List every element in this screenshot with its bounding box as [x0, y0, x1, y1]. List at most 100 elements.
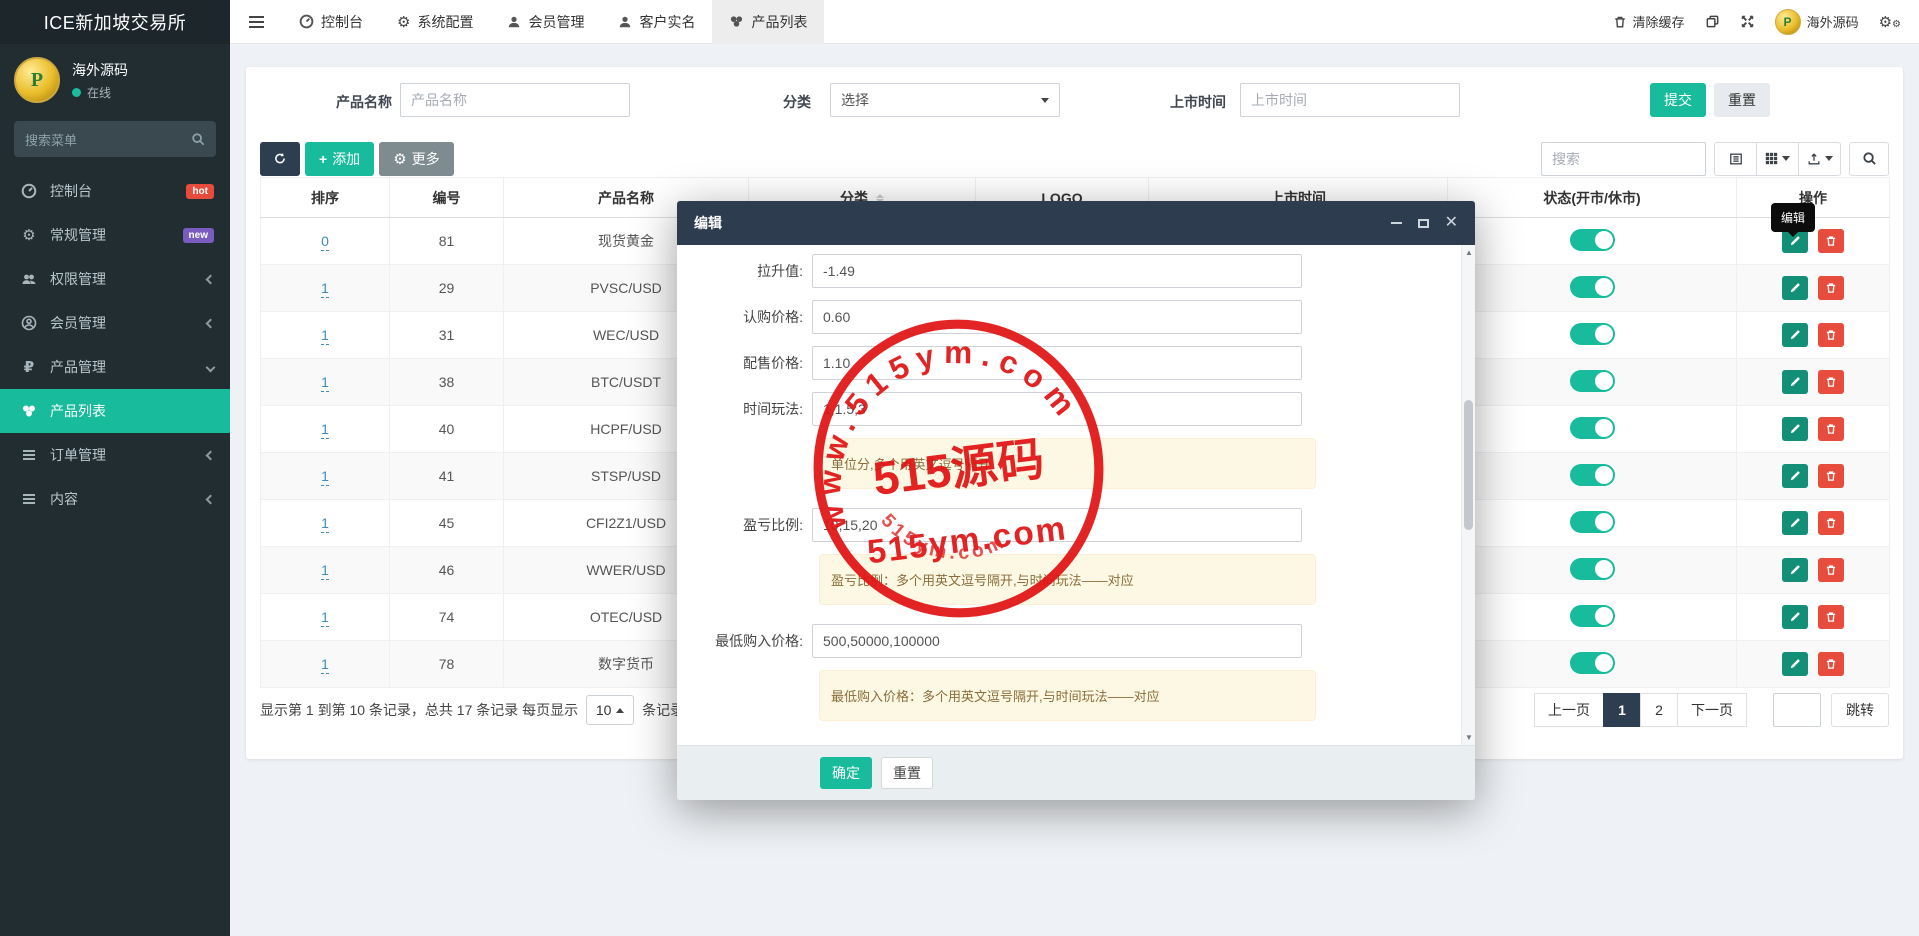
min-buy-input[interactable]	[812, 624, 1302, 658]
jump-page-input[interactable]	[1773, 693, 1821, 727]
nav-item-product-list[interactable]: 产品列表	[712, 0, 824, 44]
toggle-view-button[interactable]	[1714, 142, 1757, 176]
status-toggle[interactable]	[1570, 511, 1615, 533]
sidebar-search-input[interactable]: 搜索菜单	[14, 121, 216, 157]
sidebar-item-product-list[interactable]: 产品列表	[0, 389, 230, 433]
minimize-icon[interactable]	[1391, 222, 1402, 224]
scroll-down-icon[interactable]: ▼	[1462, 733, 1475, 742]
col-status[interactable]: 状态(开市/休市)	[1448, 178, 1737, 218]
status-toggle[interactable]	[1570, 370, 1615, 392]
subscribe-price-input[interactable]	[812, 300, 1302, 334]
product-name: BTC/USDT	[591, 374, 661, 390]
search-toggle-button[interactable]	[1849, 142, 1889, 176]
sort-value-link[interactable]: 1	[321, 656, 329, 674]
more-button[interactable]: ⚙更多	[379, 142, 453, 176]
export-button[interactable]	[1798, 142, 1841, 176]
status-toggle[interactable]	[1570, 558, 1615, 580]
copy-button[interactable]	[1705, 14, 1720, 29]
sort-value-link[interactable]: 1	[321, 280, 329, 298]
submit-button[interactable]: 提交	[1650, 83, 1706, 117]
placement-price-input[interactable]	[812, 346, 1302, 380]
col-sort[interactable]: 排序	[261, 178, 390, 218]
modal-reset-button[interactable]: 重置	[881, 757, 933, 789]
edit-button[interactable]	[1782, 605, 1808, 629]
time-play-input[interactable]	[812, 392, 1302, 426]
edit-button[interactable]	[1782, 417, 1808, 441]
col-id[interactable]: 编号	[390, 178, 504, 218]
status-toggle[interactable]	[1570, 652, 1615, 674]
sort-value-link[interactable]: 0	[321, 233, 329, 251]
table-search-input[interactable]	[1541, 142, 1706, 176]
status-toggle[interactable]	[1570, 417, 1615, 439]
reset-button[interactable]: 重置	[1714, 83, 1770, 117]
edit-button[interactable]	[1782, 370, 1808, 394]
edit-button[interactable]	[1782, 511, 1808, 535]
clear-cache-button[interactable]: 清除缓存	[1613, 12, 1685, 31]
pull-value-input[interactable]	[812, 254, 1302, 288]
sidebar-item-dashboard[interactable]: 控制台 hot	[0, 169, 230, 213]
delete-button[interactable]	[1818, 652, 1844, 676]
add-button[interactable]: +添加	[305, 142, 374, 176]
sort-value-link[interactable]: 1	[321, 374, 329, 392]
jump-button[interactable]: 跳转	[1831, 693, 1889, 727]
sidebar-item-permissions[interactable]: 权限管理	[0, 257, 230, 301]
sidebar-item-general[interactable]: ⚙ 常规管理 new	[0, 213, 230, 257]
product-name-input[interactable]	[400, 83, 630, 117]
sidebar-item-orders[interactable]: 订单管理	[0, 433, 230, 477]
refresh-button[interactable]	[260, 142, 300, 176]
hamburger-menu-icon[interactable]	[230, 0, 282, 44]
sort-value-link[interactable]: 1	[321, 515, 329, 533]
status-toggle[interactable]	[1570, 323, 1615, 345]
status-toggle[interactable]	[1570, 229, 1615, 251]
nav-item-system-config[interactable]: ⚙ 系统配置	[380, 0, 490, 44]
close-icon[interactable]: ✕	[1445, 215, 1458, 231]
confirm-button[interactable]: 确定	[820, 757, 872, 789]
edit-button[interactable]	[1782, 558, 1808, 582]
sidebar-item-products[interactable]: ₽ 产品管理	[0, 345, 230, 389]
delete-button[interactable]	[1818, 464, 1844, 488]
edit-button[interactable]	[1782, 652, 1808, 676]
page-2-button[interactable]: 2	[1640, 693, 1678, 727]
delete-button[interactable]	[1818, 276, 1844, 300]
delete-button[interactable]	[1818, 417, 1844, 441]
field-label-pl-ratio: 盈亏比例:	[677, 515, 812, 535]
scrollbar-thumb[interactable]	[1464, 400, 1473, 530]
nav-item-members[interactable]: 会员管理	[490, 0, 601, 44]
delete-button[interactable]	[1818, 558, 1844, 582]
delete-button[interactable]	[1818, 511, 1844, 535]
fullscreen-button[interactable]	[1740, 14, 1755, 29]
delete-button[interactable]	[1818, 605, 1844, 629]
prev-page-button[interactable]: 上一页	[1534, 693, 1604, 727]
sort-value-link[interactable]: 1	[321, 468, 329, 486]
sidebar-item-content[interactable]: 内容	[0, 477, 230, 521]
next-page-button[interactable]: 下一页	[1677, 693, 1747, 727]
page-size-select[interactable]: 10	[586, 695, 634, 725]
modal-titlebar[interactable]: 编辑 ✕	[677, 201, 1475, 245]
status-toggle[interactable]	[1570, 464, 1615, 486]
maximize-icon[interactable]	[1418, 219, 1429, 228]
settings-button[interactable]: ⚙⚙	[1879, 13, 1901, 31]
delete-button[interactable]	[1818, 229, 1844, 253]
sort-value-link[interactable]: 1	[321, 421, 329, 439]
status-toggle[interactable]	[1570, 276, 1615, 298]
status-toggle[interactable]	[1570, 605, 1615, 627]
nav-item-dashboard[interactable]: 控制台	[282, 0, 380, 44]
user-menu[interactable]: P 海外源码	[1775, 9, 1859, 35]
sort-value-link[interactable]: 1	[321, 609, 329, 627]
delete-button[interactable]	[1818, 323, 1844, 347]
edit-button[interactable]	[1782, 464, 1808, 488]
sort-value-link[interactable]: 1	[321, 327, 329, 345]
pl-ratio-input[interactable]	[812, 508, 1302, 542]
edit-button[interactable]	[1782, 276, 1808, 300]
listing-time-input[interactable]	[1240, 83, 1460, 117]
scroll-up-icon[interactable]: ▲	[1462, 248, 1475, 257]
sidebar-item-members[interactable]: 会员管理	[0, 301, 230, 345]
delete-button[interactable]	[1818, 370, 1844, 394]
page-1-button[interactable]: 1	[1603, 693, 1641, 727]
nav-item-kyc[interactable]: 客户实名	[601, 0, 712, 44]
category-select[interactable]: 选择	[830, 83, 1060, 117]
columns-button[interactable]	[1756, 142, 1799, 176]
sort-value-link[interactable]: 1	[321, 562, 329, 580]
modal-scrollbar[interactable]: ▲ ▼	[1461, 245, 1475, 745]
edit-button[interactable]	[1782, 323, 1808, 347]
